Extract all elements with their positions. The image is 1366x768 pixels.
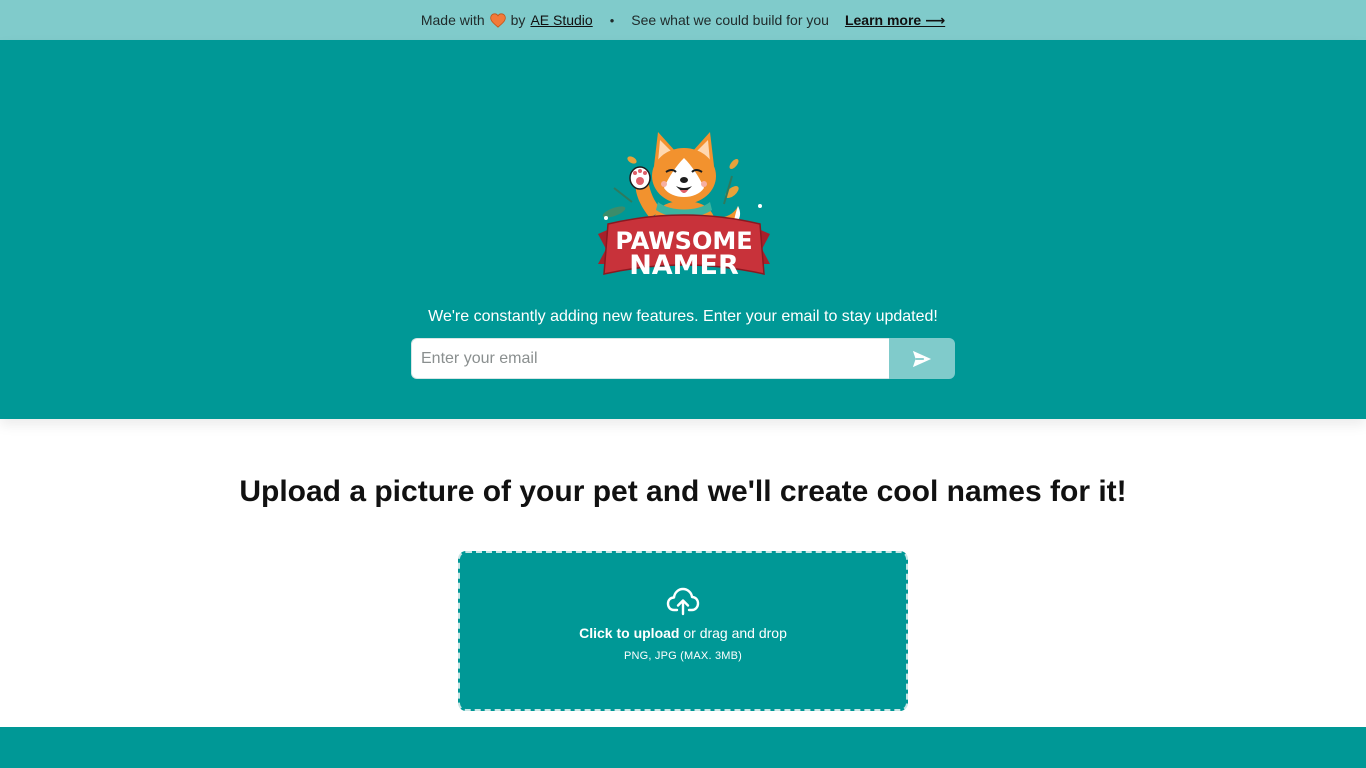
newsletter-tagline: We're constantly adding new features. En… (428, 308, 938, 325)
made-with-credit: Made with by AE Studio (421, 12, 593, 28)
drag-drop-label: or drag and drop (679, 625, 787, 641)
click-to-upload-label[interactable]: Click to upload (579, 625, 679, 641)
cloud-upload-icon (666, 587, 700, 616)
pawsome-namer-logo: PAWSOME NAMER (598, 132, 770, 281)
ae-studio-link[interactable]: AE Studio (530, 12, 592, 28)
upload-dropzone[interactable]: Click to upload or drag and drop PNG, JP… (458, 551, 908, 711)
learn-more-link[interactable]: Learn more ⟶ (845, 12, 945, 29)
email-signup-form (411, 338, 955, 379)
separator-dot: • (609, 12, 615, 28)
paper-plane-icon (912, 350, 932, 367)
pitch-text: See what we could build for you (631, 12, 829, 28)
by-label: by (510, 12, 526, 28)
heart-icon (489, 12, 506, 28)
upload-instructions: Click to upload or drag and drop (579, 625, 787, 641)
footer-band (0, 727, 1366, 768)
logo-text-line2: NAMER (629, 250, 739, 281)
email-input[interactable] (411, 338, 889, 379)
made-with-label: Made with (420, 12, 485, 28)
top-banner: Made with by AE Studio • See what we cou… (0, 0, 1366, 40)
send-email-button[interactable] (889, 338, 955, 379)
page-headline: Upload a picture of your pet and we'll c… (239, 475, 1127, 508)
upload-format-hint: PNG, JPG (MAX. 3MB) (623, 650, 743, 662)
hero-section: PAWSOME NAMER We're constantly adding ne… (0, 40, 1366, 419)
